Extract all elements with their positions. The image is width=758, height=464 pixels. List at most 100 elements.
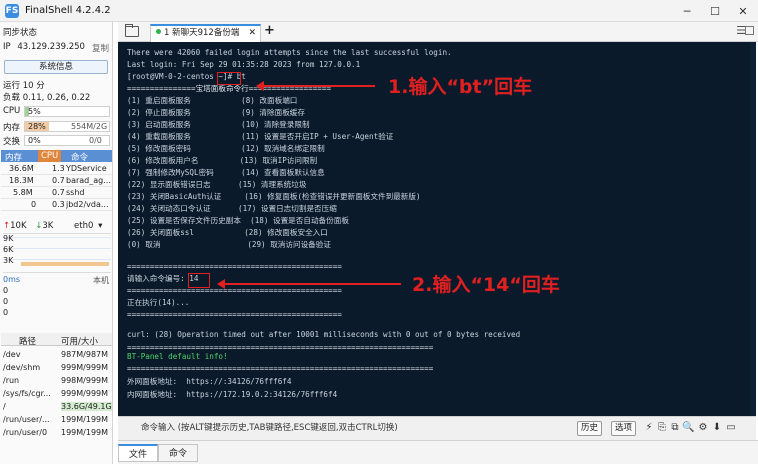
ping-chart: 0ms 本机 0 0 0 (3, 272, 111, 332)
ping-host[interactable]: 本机 (93, 275, 109, 286)
close-window-button[interactable]: ✕ (729, 0, 757, 22)
disk-row[interactable]: / 33.6G/49.1G (1, 401, 112, 413)
paste-icon[interactable]: ⧉ (669, 421, 681, 435)
process-cpu: 0.7 (52, 188, 65, 197)
copy-ip-button[interactable]: 复制 (92, 42, 109, 54)
memory-usage-percent: 28% (28, 122, 46, 131)
folder-icon[interactable] (125, 24, 139, 37)
disk-path: /dev (3, 350, 21, 359)
disk-path: /run/user/0 (3, 428, 48, 437)
disk-table-header: 路径 可用/大小 (1, 333, 112, 347)
disk-row[interactable]: /dev 987M/987M (1, 349, 112, 361)
app-logo-icon: FS (5, 3, 19, 18)
upload-rate: 10K (10, 221, 27, 231)
finalshell-window: FS FinalShell 4.2.4.2 ─ ☐ ✕ 同步状态 IP 43.1… (0, 0, 758, 464)
add-tab-button[interactable]: + (264, 23, 275, 38)
process-cmd: jbd2/vda... (66, 200, 109, 209)
terminal-line: ========================================… (127, 342, 434, 352)
process-row[interactable]: 36.6M 1.3 YDService (1, 163, 112, 175)
gear-icon[interactable]: ⚙ (697, 421, 709, 435)
process-mem: 36.6M (9, 164, 34, 173)
disk-row[interactable]: /dev/shm 999M/999M (1, 362, 112, 374)
network-interface[interactable]: eth0 (74, 221, 93, 231)
annotation-box-bt (217, 72, 241, 85)
minimize-button[interactable]: ─ (673, 0, 701, 22)
terminal-line: 内网面板地址: https://172.19.0.2:34126/76fff6f… (127, 390, 338, 399)
terminal-line: (1) 重启面板服务 (8) 改面板端口 (127, 96, 298, 105)
close-tab-icon[interactable]: ✕ (248, 26, 256, 40)
terminal-line: ========================================… (127, 286, 342, 295)
ping-tick: 0 (3, 286, 9, 295)
process-mem: 0 (31, 200, 37, 209)
terminal-line: (4) 重载面板服务 (11) 设置是否开启IP + User-Agent验证 (127, 132, 394, 141)
memory-usage-detail: 554M/2G (71, 122, 108, 131)
disk-size: 998M/999M (61, 376, 109, 385)
terminal-line: (22) 显示面板错误日志 (15) 清理系统垃圾 (127, 180, 307, 189)
sync-status[interactable]: 同步状态 (3, 26, 37, 38)
network-traffic-area (21, 262, 109, 266)
history-button[interactable]: 历史 (577, 421, 603, 436)
disk-path: / (3, 402, 6, 411)
search-icon[interactable]: 🔍 (682, 421, 694, 435)
disk-row[interactable]: /sys/fs/cgr... 999M/999M (1, 388, 112, 400)
disk-row[interactable]: /run/user/... 199M/199M (1, 414, 112, 426)
cpu-usage-value: 5% (28, 107, 41, 116)
ping-tick: 0 (3, 308, 9, 317)
ping-tick: 0 (3, 297, 9, 306)
disk-header-size[interactable]: 可用/大小 (61, 335, 98, 347)
process-mem: 5.8M (13, 188, 33, 197)
annotation-step-2: 2.输入“14“回车 (412, 274, 560, 296)
swap-label: 交换 (3, 137, 21, 147)
terminal-line: ========================================… (127, 262, 342, 271)
disk-size: 33.6G/49.1G (61, 402, 112, 411)
copy-icon[interactable]: ⎘ (656, 421, 668, 435)
layout-grid-icon[interactable] (745, 26, 754, 35)
fullscreen-icon[interactable]: ▭ (725, 421, 737, 435)
tab-files[interactable]: 文件 (118, 444, 159, 462)
tab-commands[interactable]: 命令 (158, 444, 199, 462)
terminal-line: (26) 关闭面板ssl (28) 修改面板安全入口 (127, 228, 328, 237)
process-header-mem[interactable]: 内存 (5, 151, 22, 163)
terminal-line: (7) 强制修改MySQL密码 (14) 查看面板默认信息 (127, 168, 325, 177)
bottom-tab-bar: 文件 命令 (118, 440, 758, 464)
maximize-button[interactable]: ☐ (701, 0, 729, 22)
swap-usage-detail: 0/0 (89, 136, 102, 145)
disk-size: 987M/987M (61, 350, 109, 359)
terminal-line: ========================================… (127, 364, 434, 373)
network-summary: ↑10K ↓3K eth0 ▾ (3, 221, 102, 231)
download-icon[interactable]: ⬇ (711, 421, 723, 435)
options-button[interactable]: 选项 (611, 421, 637, 436)
net-tick: 3K (3, 256, 14, 265)
command-bar: 命令输入 (按ALT键提示历史,TAB键路径,ESC键返回,双击CTRL切换) … (118, 416, 756, 440)
lightning-icon[interactable]: ⚡ (643, 421, 655, 435)
terminal-line: (2) 停止面板服务 (9) 清除面板缓存 (127, 108, 305, 117)
process-table-header: 内存 CPU 命令 (1, 150, 112, 163)
process-row[interactable]: 18.3M 0.7 barad_ag... (1, 175, 112, 187)
process-header-cmd[interactable]: 命令 (71, 151, 88, 163)
uptime: 运行 10 分 (3, 81, 45, 91)
ping-value: 0ms (3, 275, 21, 284)
disk-row[interactable]: /run 998M/999M (1, 375, 112, 387)
disk-path: /sys/fs/cgr... (3, 389, 51, 398)
terminal-scrollbar[interactable] (750, 42, 756, 416)
swap-usage-percent: 0% (28, 136, 41, 145)
annotation-arrow-2 (217, 279, 401, 289)
process-row[interactable]: 0 0.3 jbd2/vda... (1, 199, 112, 211)
tab-session-1[interactable]: 1 新聊天912备份端 ✕ (150, 24, 261, 42)
command-input[interactable]: 命令输入 (按ALT键提示历史,TAB键路径,ESC键返回,双击CTRL切换) (126, 420, 576, 437)
process-row[interactable]: 5.8M 0.7 sshd (1, 187, 112, 199)
process-header-cpu[interactable]: CPU (38, 150, 62, 162)
status-sidebar: 同步状态 IP 43.129.239.250 复制 系统信息 运行 10 分 负… (0, 22, 113, 464)
annotation-step-1: 1.输入“bt”回车 (388, 76, 533, 98)
cpu-usage-bar: 5% (24, 106, 110, 117)
system-info-button[interactable]: 系统信息 (4, 60, 108, 74)
tab-label: 1 新聊天912备份端 (164, 28, 240, 38)
disk-row[interactable]: /run/user/0 199M/199M (1, 427, 112, 439)
disk-path: /dev/shm (3, 363, 41, 372)
title-bar: FS FinalShell 4.2.4.2 ─ ☐ ✕ (0, 0, 758, 22)
disk-size: 199M/199M (61, 415, 109, 424)
disk-header-path[interactable]: 路径 (19, 335, 36, 347)
terminal-line: (0) 取消 (29) 取消访问设备验证 (127, 240, 331, 249)
chevron-down-icon[interactable]: ▾ (98, 221, 102, 231)
disk-size: 999M/999M (61, 363, 109, 372)
